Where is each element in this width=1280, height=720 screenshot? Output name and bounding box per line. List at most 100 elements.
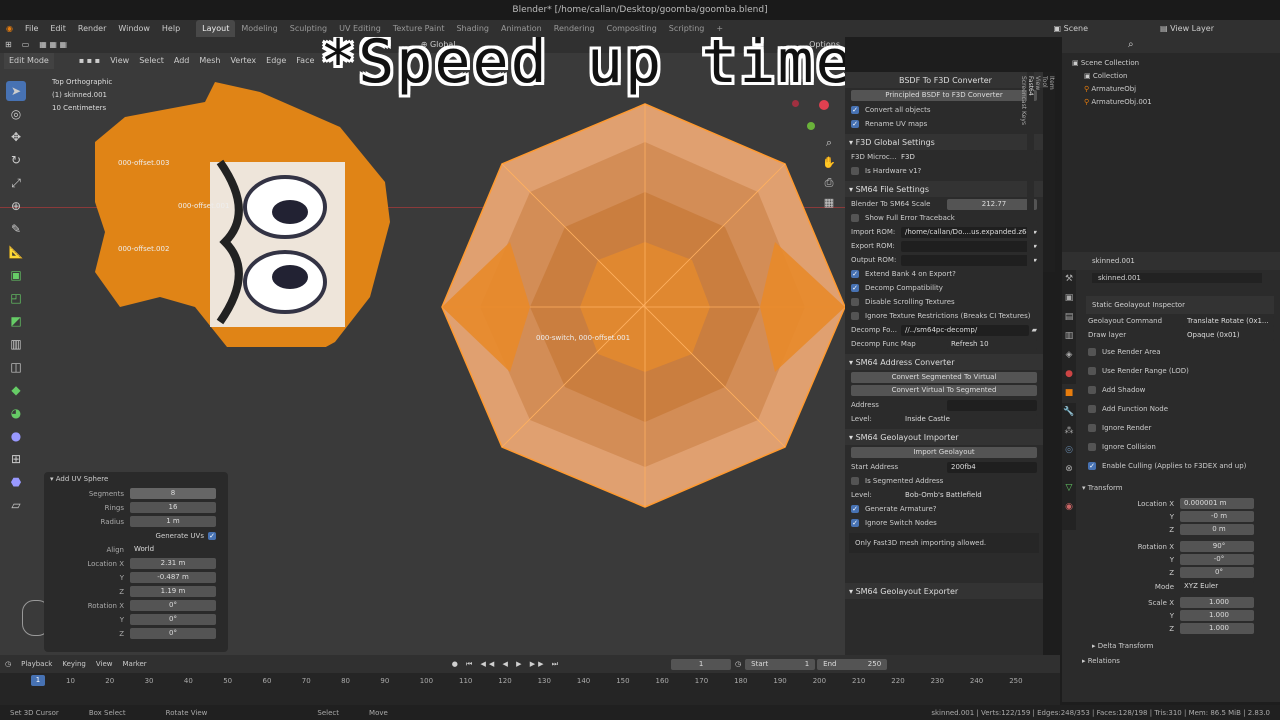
shrink-tool-icon[interactable]: ⬣ <box>6 472 26 492</box>
timeline[interactable]: ◷ Playback Keying View Marker ● ⏮ ◀◀ ◀ ▶… <box>0 655 1060 705</box>
principled-bsdf-button[interactable]: Principled BSDF to F3D Converter <box>851 90 1037 101</box>
select-box-icon[interactable]: ▭ <box>17 37 35 53</box>
location-x-field[interactable]: 2.31 m <box>130 558 216 569</box>
tab-rendering[interactable]: Rendering <box>548 20 601 37</box>
level-dropdown[interactable]: Inside Castle <box>901 413 1037 425</box>
scale-y-field[interactable]: 1.000 <box>1180 610 1254 621</box>
spin-tool-icon[interactable]: ◕ <box>6 403 26 423</box>
convert-all-checkbox[interactable]: ✓ <box>851 106 859 114</box>
loc-y-field[interactable]: -0 m <box>1180 511 1254 522</box>
add-function-checkbox[interactable] <box>1088 404 1096 413</box>
select-tool-icon[interactable]: ➤ <box>6 81 26 101</box>
render-area-checkbox[interactable] <box>1088 347 1096 356</box>
move-tool-icon[interactable]: ✥ <box>6 127 26 147</box>
menu-face[interactable]: Face <box>291 53 319 69</box>
tab-modeling[interactable]: Modeling <box>235 20 283 37</box>
f3d-global-header[interactable]: ▾ F3D Global Settings <box>845 134 1043 150</box>
zoom-icon[interactable]: ⌕ <box>820 133 838 153</box>
tab-item[interactable]: Item <box>1048 72 1055 272</box>
address-field[interactable] <box>947 399 1037 411</box>
rings-field[interactable]: 16 <box>130 502 216 513</box>
add-uv-sphere-panel[interactable]: ▾ Add UV Sphere Segments 8 Rings 16 Radius… <box>44 472 228 652</box>
tool-props-icon[interactable]: ⚒ <box>1062 270 1076 289</box>
material-props-icon[interactable]: ◉ <box>1062 498 1076 517</box>
align-dropdown[interactable]: World <box>130 544 216 555</box>
ignore-tex-checkbox[interactable] <box>851 312 859 320</box>
armature-item[interactable]: ArmatureObj <box>1091 85 1136 93</box>
scale-tool-icon[interactable]: ⤢ <box>6 173 26 193</box>
x-axis-icon[interactable] <box>819 100 829 110</box>
camera-icon[interactable]: ⎙ <box>820 173 838 193</box>
particles-props-icon[interactable]: ⁂ <box>1062 422 1076 441</box>
playhead[interactable]: 1 <box>31 675 45 686</box>
uv-sphere-mesh[interactable] <box>440 102 845 512</box>
transform-tool-icon[interactable]: ⊕ <box>6 196 26 216</box>
folder-icon[interactable]: ▰ <box>1032 326 1037 334</box>
object-props-icon[interactable]: ■ <box>1062 384 1076 403</box>
menu-vertex[interactable]: Vertex <box>225 53 261 69</box>
geo-exporter-header[interactable]: ▾ SM64 Geolayout Exporter <box>845 583 1043 599</box>
shear-tool-icon[interactable]: ▱ <box>6 495 26 515</box>
rotation-y-field[interactable]: 0° <box>130 614 216 625</box>
ignore-switch-checkbox[interactable]: ✓ <box>851 519 859 527</box>
select-mode-icons[interactable]: ▦ ▦ ▦ <box>34 37 72 53</box>
delta-transform-header[interactable]: ▸ Delta Transform <box>1092 642 1153 650</box>
export-rom-field[interactable] <box>901 240 1029 252</box>
edge-slide-tool-icon[interactable]: ⊞ <box>6 449 26 469</box>
scale-x-field[interactable]: 1.000 <box>1180 597 1254 608</box>
menu-select[interactable]: Select <box>134 53 169 69</box>
relations-header[interactable]: ▸ Relations <box>1082 657 1120 665</box>
loc-z-field[interactable]: 0 m <box>1180 524 1254 535</box>
rotation-z-field[interactable]: 0° <box>130 628 216 639</box>
location-z-field[interactable]: 1.19 m <box>130 586 216 597</box>
add-shadow-checkbox[interactable] <box>1088 385 1096 394</box>
extend-bank-checkbox[interactable]: ✓ <box>851 270 859 278</box>
sm64-file-header[interactable]: ▾ SM64 File Settings <box>845 181 1043 197</box>
scale-z-field[interactable]: 1.000 <box>1180 623 1254 634</box>
render-range-checkbox[interactable] <box>1088 366 1096 375</box>
decomp-folder-field[interactable]: //../sm64pc-decomp/ <box>901 324 1029 336</box>
blender-icon[interactable]: ◉ <box>0 20 19 37</box>
smooth-tool-icon[interactable]: ● <box>6 426 26 446</box>
loopcut-tool-icon[interactable]: ▥ <box>6 334 26 354</box>
collection-item[interactable]: Collection <box>1093 72 1128 80</box>
inspector-header[interactable]: Static Geolayout Inspector <box>1086 296 1274 314</box>
tab-screencast-keys[interactable]: Screencast Keys <box>1020 72 1027 272</box>
disable-scroll-checkbox[interactable] <box>851 298 859 306</box>
decomp-compat-checkbox[interactable]: ✓ <box>851 284 859 292</box>
show-error-checkbox[interactable] <box>851 214 859 222</box>
tab-tool[interactable]: Tool <box>1041 72 1048 272</box>
inset-tool-icon[interactable]: ◰ <box>6 288 26 308</box>
add-workspace-button[interactable]: + <box>710 20 729 37</box>
outliner-search-icon[interactable]: ⌕ <box>1128 39 1134 50</box>
menu-add[interactable]: Add <box>169 53 195 69</box>
rename-uv-checkbox[interactable]: ✓ <box>851 120 859 128</box>
virt-to-seg-button[interactable]: Convert Virtual To Segmented <box>851 385 1037 396</box>
y-axis-icon[interactable] <box>807 122 815 130</box>
tab-fast64[interactable]: Fast64 <box>1027 72 1034 272</box>
measure-tool-icon[interactable]: 📐 <box>6 242 26 262</box>
scene-collection-item[interactable]: Scene Collection <box>1081 59 1139 67</box>
draw-layer-dropdown[interactable]: Opaque (0x01) <box>1183 329 1274 341</box>
menu-help[interactable]: Help <box>156 20 186 37</box>
import-geolayout-button[interactable]: Import Geolayout <box>851 447 1037 458</box>
physics-props-icon[interactable]: ◎ <box>1062 441 1076 460</box>
scene-props-icon[interactable]: ◈ <box>1062 346 1076 365</box>
enable-culling-checkbox[interactable]: ✓ <box>1088 461 1096 470</box>
pan-hand-icon[interactable]: ✋ <box>820 153 838 173</box>
level2-dropdown[interactable]: Bob-Omb's Battlefield <box>901 489 1037 501</box>
bone-name[interactable]: skinned.001 <box>1092 273 1262 283</box>
func-map-dropdown[interactable]: Refresh 10 <box>947 338 1037 350</box>
tab-animation[interactable]: Animation <box>495 20 548 37</box>
goomba-head-mesh[interactable] <box>85 72 395 347</box>
rotation-x-field[interactable]: 0° <box>130 600 216 611</box>
mode-dropdown[interactable]: XYZ Euler <box>1180 581 1254 592</box>
rot-z-field[interactable]: 0° <box>1180 567 1254 578</box>
menu-render[interactable]: Render <box>72 20 112 37</box>
menu-mesh[interactable]: Mesh <box>194 53 225 69</box>
grid-view-icon[interactable]: ▦ <box>820 193 838 213</box>
editor-type-icon[interactable]: ⊞ <box>0 37 17 53</box>
segments-field[interactable]: 8 <box>130 488 216 499</box>
tab-compositing[interactable]: Compositing <box>601 20 663 37</box>
output-props-icon[interactable]: ▤ <box>1062 308 1076 327</box>
